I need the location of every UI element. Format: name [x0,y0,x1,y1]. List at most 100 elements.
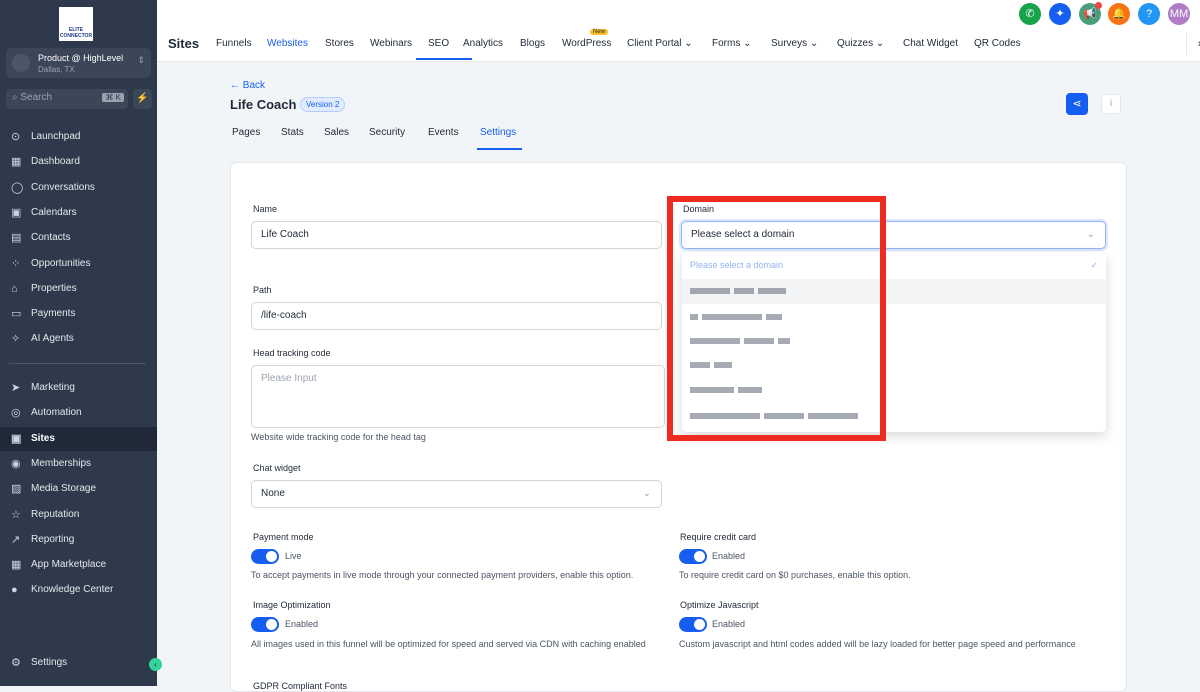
top-bar: Sites Funnels Websites Stores Webinars SEO An… [157,0,1200,62]
sidebar-item[interactable]: ▦ App Marketplace [0,553,157,577]
version-badge: Version 2 [300,97,346,112]
top-nav-tab[interactable]: SEO [428,38,449,49]
site-tab[interactable]: Stats [281,127,304,138]
image-optimization-hint: All images used in this funnel will be o… [251,639,646,649]
top-nav-tab[interactable]: QR Codes [974,38,1021,49]
payment-mode-state: Live [285,551,302,561]
site-tab[interactable]: Settings [480,127,516,138]
name-input[interactable]: Life Coach [251,221,662,249]
highlight-annotation-box [667,196,886,441]
top-nav-tab[interactable]: Surveys ⌄ [771,38,818,49]
site-tab[interactable]: Events [428,127,459,138]
sidebar-item[interactable]: ◎ Automation [0,401,157,425]
info-icon[interactable]: i [1101,94,1121,114]
sidebar-item[interactable]: ▭ Payments [0,302,157,326]
collapse-sidebar-icon[interactable]: ‹ [149,658,162,671]
top-nav-tab[interactable]: Client Portal ⌄ [627,38,693,49]
sidebar-icon: ▦ [11,156,22,169]
chevron-down-icon: ⌄ [1086,229,1095,240]
announcement-icon[interactable]: 📢 [1079,2,1102,25]
gear-icon: ⚙ [11,657,21,669]
sidebar-item-label: Memberships [31,457,92,469]
sidebar-item[interactable]: ● Knowledge Center [0,578,157,602]
sidebar-item-label: Marketing [31,382,75,393]
site-tab[interactable]: Pages [232,127,260,138]
top-nav-tab[interactable]: Blogs [520,38,545,49]
sidebar-item[interactable]: ⁘ Opportunities [0,252,157,276]
sidebar-item-label: App Marketplace [31,559,107,571]
shortcut-badge: ⌘ K [102,93,124,102]
sidebar-item[interactable]: ↗ Reporting [0,528,157,552]
head-tracking-textarea[interactable]: Please Input [251,365,665,428]
sidebar-icon: ▣ [11,206,22,219]
top-nav-tab[interactable]: Funnels [216,38,252,49]
credit-card-label: Require credit card [680,532,757,542]
sidebar-icon: ▤ [11,232,22,245]
sidebar-icon: ✧ [11,333,21,346]
page-title: Life Coach [230,97,297,112]
quick-action-bolt-icon[interactable]: ⚡ [133,89,152,109]
account-switcher[interactable]: Product @ HighLevel Dallas, TX ⇕ [6,48,151,78]
image-optimization-state: Enabled [285,619,319,629]
divider [1186,33,1187,55]
site-tab[interactable]: Security [369,127,405,138]
sidebar-item[interactable]: ➤ Marketing [0,376,157,400]
account-name: Product @ HighLevel [38,53,124,63]
top-nav-tab[interactable]: Analytics [463,38,503,49]
sidebar-item[interactable]: ▣ Calendars [0,201,157,225]
top-nav-tab[interactable]: WordPress [562,38,611,49]
head-tracking-label: Head tracking code [253,348,331,358]
sidebar-item-label: Reporting [31,533,75,545]
sidebar-item[interactable]: ☆ Reputation [0,503,157,527]
phone-icon[interactable]: ✆ [1019,3,1041,25]
chat-widget-label: Chat widget [253,463,301,473]
image-optimization-toggle[interactable] [251,617,279,632]
sidebar-item[interactable]: ⊙ Launchpad [0,125,157,149]
sidebar-icon: ● [11,584,18,597]
sidebar-icon: ☆ [11,508,21,521]
chat-widget-value: None [261,488,285,499]
active-tab-indicator [416,58,472,60]
sidebar-item[interactable]: ▤ Contacts [0,226,157,250]
new-badge: New [590,29,609,35]
sidebar: ELITE CONNECTOR Product @ HighLevel Dall… [0,0,162,686]
top-nav-tab[interactable]: Websites [267,38,308,49]
top-nav-tab[interactable]: Forms ⌄ [712,38,752,49]
top-nav-tab[interactable]: Stores [325,38,354,49]
sidebar-icon: ➤ [11,382,21,394]
sidebar-item-label: Knowledge Center [31,584,114,596]
sidebar-item[interactable]: ▨ Media Storage [0,477,157,501]
top-nav-tab[interactable]: Chat Widget [903,38,958,49]
optimize-js-toggle[interactable] [679,617,707,632]
credit-card-toggle[interactable] [679,549,707,564]
search-input[interactable]: ⌕ Search ⌘ K [6,89,128,109]
sidebar-item-label: Dashboard [31,156,80,168]
sidebar-icon: ↗ [11,533,21,546]
sidebar-item[interactable]: ⌂ Properties [0,277,157,301]
sidebar-item[interactable]: ◯ Conversations [0,176,157,200]
sidebar-item-settings[interactable]: ⚙ Settings [0,651,157,675]
sidebar-icon: ▨ [11,483,22,496]
site-tab[interactable]: Sales [324,127,349,138]
ai-sparkle-icon[interactable]: ✦ [1049,3,1071,25]
top-nav-tab[interactable]: Quizzes ⌄ [837,38,884,49]
notification-bell-icon[interactable]: 🔔 [1108,3,1130,25]
back-link[interactable]: ← Back [230,80,265,91]
sidebar-item-label: Conversations [31,181,95,193]
payment-mode-toggle[interactable] [251,549,279,564]
sidebar-item-label: Launchpad [31,131,81,142]
sidebar-item[interactable]: ▣ Sites [0,426,157,451]
user-avatar[interactable]: MM [1168,3,1190,25]
share-icon[interactable]: ⋖ [1066,93,1088,115]
optimize-js-label: Optimize Javascript [680,600,759,610]
sidebar-item-label: Media Storage [31,483,97,495]
credit-card-state: Enabled [712,551,746,561]
sidebar-item[interactable]: ▦ Dashboard [0,150,157,174]
help-icon[interactable]: ? [1138,3,1160,25]
head-tracking-hint: Website wide tracking code for the head … [251,432,426,442]
top-nav-tab[interactable]: Webinars [370,38,412,49]
path-input[interactable]: /life-coach [251,302,662,330]
sidebar-item[interactable]: ◉ Memberships [0,452,157,476]
sidebar-item[interactable]: ✧ AI Agents [0,327,157,351]
chat-widget-select[interactable]: None ⌄ [251,480,662,508]
